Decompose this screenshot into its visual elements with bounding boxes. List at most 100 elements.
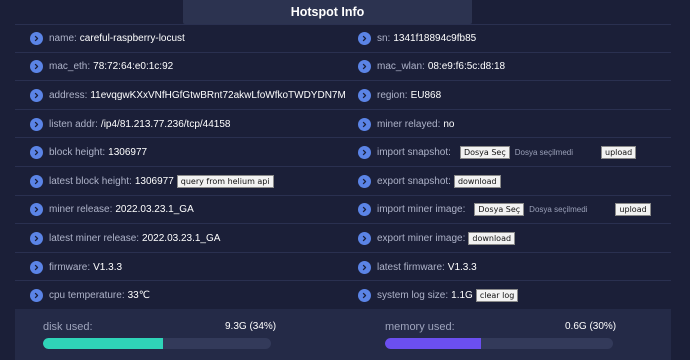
chevron-right-circle-icon[interactable] xyxy=(358,146,371,160)
import-snapshot-label: import snapshot: xyxy=(377,147,451,159)
chevron-right-circle-icon[interactable] xyxy=(358,31,371,45)
chevron-right-circle-icon[interactable] xyxy=(30,31,43,45)
import-miner-image-file-input[interactable]: Dosya Seç Dosya seçilmedi xyxy=(471,203,588,217)
chevron-right-circle-icon[interactable] xyxy=(358,260,371,274)
import-snapshot-file-input[interactable]: Dosya Seç Dosya seçilmedi xyxy=(457,146,573,160)
mac_wlan-value: 08:e9:f6:5c:d8:18 xyxy=(427,61,506,73)
mac_wlan-cell: mac_wlan: 08:e9:f6:5c:d8:18 xyxy=(358,53,671,82)
miner-relayed-value: no xyxy=(443,118,455,130)
import-miner-image-cell: import miner image: Dosya Seç Dosya seçilm… xyxy=(358,196,671,225)
chevron-right-circle-icon[interactable] xyxy=(358,88,371,102)
listen-addr-value: /ip4/81.213.77.236/tcp/44158 xyxy=(100,118,231,130)
memory-used-label: memory used: xyxy=(385,321,455,333)
upload-button[interactable]: upload xyxy=(615,203,651,217)
firmware-value: V1.3.3 xyxy=(93,261,123,273)
file-status: Dosya seçilmedi xyxy=(529,205,588,215)
region-cell: region: EU868 xyxy=(358,81,671,110)
system-log-size-value: 1.1G xyxy=(451,290,473,302)
memory-usage-bar xyxy=(385,338,613,349)
name-cell: name: careful-raspberry-locust xyxy=(30,24,345,53)
info-row: cpu temperature: 33℃ system log size: 1.1G c… xyxy=(15,281,671,310)
name-label: name: xyxy=(49,32,77,44)
query-from-helium-api-button[interactable]: query from helium api xyxy=(176,174,274,188)
chevron-right-circle-icon[interactable] xyxy=(358,174,371,188)
mac_wlan-label: mac_wlan: xyxy=(377,61,425,73)
export-miner-image-cell: export miner image: download xyxy=(358,224,671,253)
disk-usage-bar xyxy=(43,338,271,349)
page-title-bar: Hotspot Info xyxy=(183,0,472,24)
chevron-right-circle-icon[interactable] xyxy=(358,117,371,131)
latest-miner-release-cell: latest miner release: 2022.03.23.1_GA xyxy=(30,224,345,253)
miner-release-value: 2022.03.23.1_GA xyxy=(115,204,194,216)
info-row: firmware: V1.3.3 latest firmware: V1.3.3 xyxy=(15,253,671,282)
sn-cell: sn: 1341f18894c9fb85 xyxy=(358,24,671,53)
usage-meters: disk used: 9.3G (34%) memory used: 0.6G … xyxy=(15,309,671,360)
clear-log-button[interactable]: clear log xyxy=(475,289,519,303)
block-height-value: 1306977 xyxy=(108,147,148,159)
block-height-label: block height: xyxy=(49,147,106,159)
chevron-right-circle-icon[interactable] xyxy=(358,203,371,217)
address-value: 11evqgwKXxVNfHGfGtwBRnt72akwLfoWfkoTWDYD… xyxy=(90,89,345,101)
export-snapshot-cell: export snapshot: download xyxy=(358,167,671,196)
info-row: listen addr:/ip4/81.213.77.236/tcp/44158… xyxy=(15,110,671,139)
latest-miner-release-value: 2022.03.23.1_GA xyxy=(142,232,221,244)
mac_eth-label: mac_eth: xyxy=(49,61,91,73)
export-snapshot-label: export snapshot: xyxy=(377,175,451,187)
sn-value: 1341f18894c9fb85 xyxy=(393,32,477,44)
latest-block-height-cell: latest block height: 1306977 query from he… xyxy=(30,167,345,196)
latest-firmware-label: latest firmware: xyxy=(377,261,445,273)
import-miner-image-label: import miner image: xyxy=(377,204,466,216)
miner-release-cell: miner release: 2022.03.23.1_GA xyxy=(30,196,345,225)
miner-relayed-label: miner relayed: xyxy=(377,118,441,130)
export-miner-image-label: export miner image: xyxy=(377,232,466,244)
latest-miner-release-label: latest miner release: xyxy=(49,232,140,244)
listen-addr-label: listen addr: xyxy=(49,118,98,130)
chevron-right-circle-icon[interactable] xyxy=(30,146,43,160)
page-title: Hotspot Info xyxy=(290,5,365,19)
region-label: region: xyxy=(377,89,408,101)
memory-usage-fill xyxy=(385,338,481,349)
miner-release-label: miner release: xyxy=(49,204,113,216)
memory-used-value: 0.6G (30%) xyxy=(565,321,617,332)
chevron-right-circle-icon[interactable] xyxy=(358,231,371,245)
latest-block-height-value: 1306977 xyxy=(134,175,174,187)
info-row: latest block height: 1306977 query from he… xyxy=(15,167,671,196)
latest-firmware-value: V1.3.3 xyxy=(447,261,477,273)
miner-relayed-cell: miner relayed: no xyxy=(358,110,671,139)
choose-file-button[interactable]: Dosya Seç xyxy=(474,203,525,217)
latest-block-height-label: latest block height: xyxy=(49,175,132,187)
address-cell: address: 11evqgwKXxVNfHGfGtwBRnt72akwLfoW… xyxy=(30,81,345,110)
system-log-size-label: system log size: xyxy=(377,290,449,302)
mac_eth-cell: mac_eth: 78:72:64:e0:1c:92 xyxy=(30,53,345,82)
system-log-size-cell: system log size: 1.1G clear log xyxy=(358,281,671,310)
chevron-right-circle-icon[interactable] xyxy=(30,260,43,274)
chevron-right-circle-icon[interactable] xyxy=(30,174,43,188)
info-row: latest miner release: 2022.03.23.1_GA expo… xyxy=(15,224,671,253)
chevron-right-circle-icon[interactable] xyxy=(30,231,43,245)
cpu-temperature-label: cpu temperature: xyxy=(49,290,125,302)
firmware-cell: firmware: V1.3.3 xyxy=(30,253,345,282)
file-status: Dosya seçilmedi xyxy=(514,148,573,158)
chevron-right-circle-icon[interactable] xyxy=(30,289,43,303)
chevron-right-circle-icon[interactable] xyxy=(30,117,43,131)
chevron-right-circle-icon[interactable] xyxy=(30,88,43,102)
chevron-right-circle-icon[interactable] xyxy=(30,203,43,217)
download-button[interactable]: download xyxy=(453,174,501,188)
download-button[interactable]: download xyxy=(468,231,516,245)
cpu-temperature-value: 33℃ xyxy=(127,290,150,302)
address-label: address: xyxy=(49,89,88,101)
info-row: block height: 1306977 import snapshot: Dosy… xyxy=(15,138,671,167)
cpu-temperature-cell: cpu temperature: 33℃ xyxy=(30,281,345,310)
import-snapshot-cell: import snapshot: Dosya Seç Dosya seçilmedi… xyxy=(358,138,671,167)
chevron-right-circle-icon[interactable] xyxy=(30,60,43,74)
disk-used-value: 9.3G (34%) xyxy=(225,321,277,332)
region-value: EU868 xyxy=(410,89,442,101)
chevron-right-circle-icon[interactable] xyxy=(358,289,371,303)
latest-firmware-cell: latest firmware: V1.3.3 xyxy=(358,253,671,282)
choose-file-button[interactable]: Dosya Seç xyxy=(459,146,510,160)
block-height-cell: block height: 1306977 xyxy=(30,138,345,167)
sn-label: sn: xyxy=(377,32,391,44)
chevron-right-circle-icon[interactable] xyxy=(358,60,371,74)
info-row: miner release: 2022.03.23.1_GA import mine… xyxy=(15,196,671,225)
upload-button[interactable]: upload xyxy=(601,146,637,160)
